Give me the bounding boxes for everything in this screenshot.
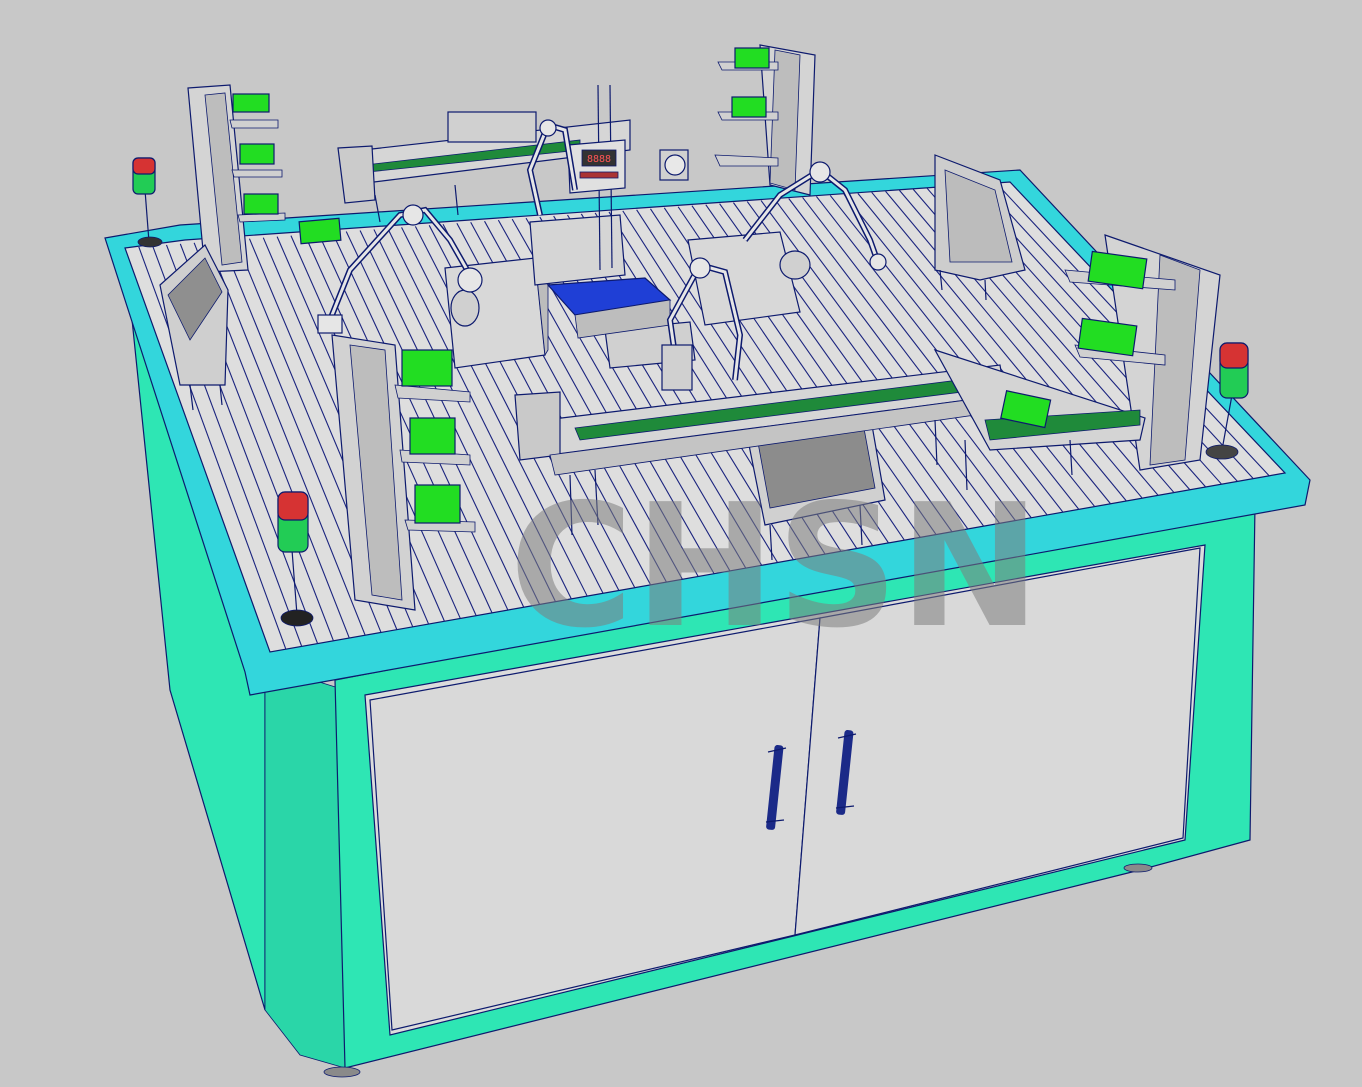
scale-readout: 8888	[587, 154, 611, 165]
storage-rack-icon	[714, 44, 816, 196]
motor-unit	[659, 149, 689, 181]
processing-unit	[529, 214, 626, 286]
parts-tray	[298, 217, 342, 245]
watermark-text: CHSN	[509, 468, 1041, 666]
cabinet-left-bevel	[264, 664, 346, 1069]
workstation-scene: 8888 CHSN	[104, 44, 1311, 1078]
cabinet-foot	[1123, 863, 1153, 873]
cabinet-foot	[323, 1066, 361, 1078]
